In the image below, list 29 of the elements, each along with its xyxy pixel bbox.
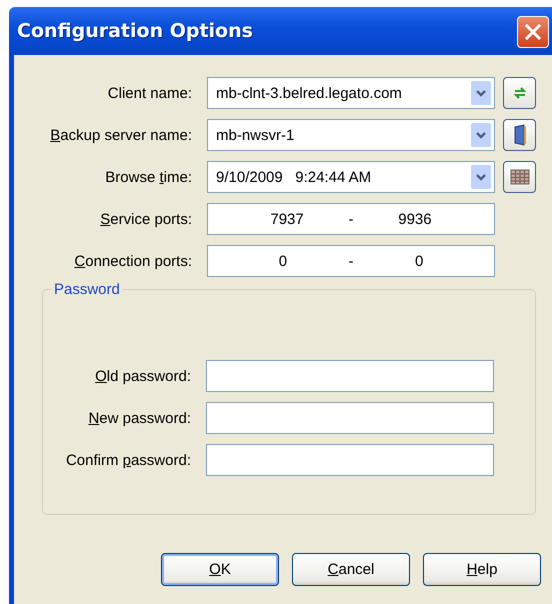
dialog-button[interactable]: Cancel	[292, 553, 410, 586]
server-icon	[512, 124, 528, 146]
close-button[interactable]	[517, 16, 549, 48]
port-range-field[interactable]: 0 - 0	[207, 245, 495, 277]
field-label: Old password:	[94, 368, 191, 384]
refresh-arrows-icon	[512, 85, 528, 101]
port-range-field[interactable]: 7937 - 9936	[207, 203, 495, 235]
combo-box[interactable]: 9/10/2009 9:24:44 AM	[207, 161, 495, 193]
dialog-button[interactable]: Help	[423, 553, 541, 586]
combo-box[interactable]: mb-clnt-3.belred.legato.com	[207, 77, 495, 109]
group-title: Password	[53, 281, 121, 298]
window-title: Configuration Options	[17, 20, 253, 42]
field-label: Backup server name:	[49, 126, 192, 144]
icon-button[interactable]	[503, 161, 536, 193]
icon-button[interactable]	[503, 119, 536, 151]
password-field[interactable]	[206, 444, 494, 476]
field-label: Confirm password:	[64, 452, 191, 468]
field-label: Connection ports:	[73, 252, 192, 270]
combo-box[interactable]: mb-nwsvr-1	[207, 119, 495, 151]
password-field[interactable]	[206, 402, 494, 434]
field-label: Client name:	[106, 84, 192, 102]
password-field[interactable]	[206, 360, 494, 392]
calendar-grid-icon	[510, 169, 530, 185]
field-label: Browse time:	[104, 168, 192, 186]
field-label: New password:	[87, 410, 191, 426]
dialog-button[interactable]: OK	[161, 553, 279, 586]
close-icon	[524, 23, 542, 41]
field-label: Service ports:	[99, 210, 192, 228]
icon-button[interactable]	[503, 77, 536, 109]
